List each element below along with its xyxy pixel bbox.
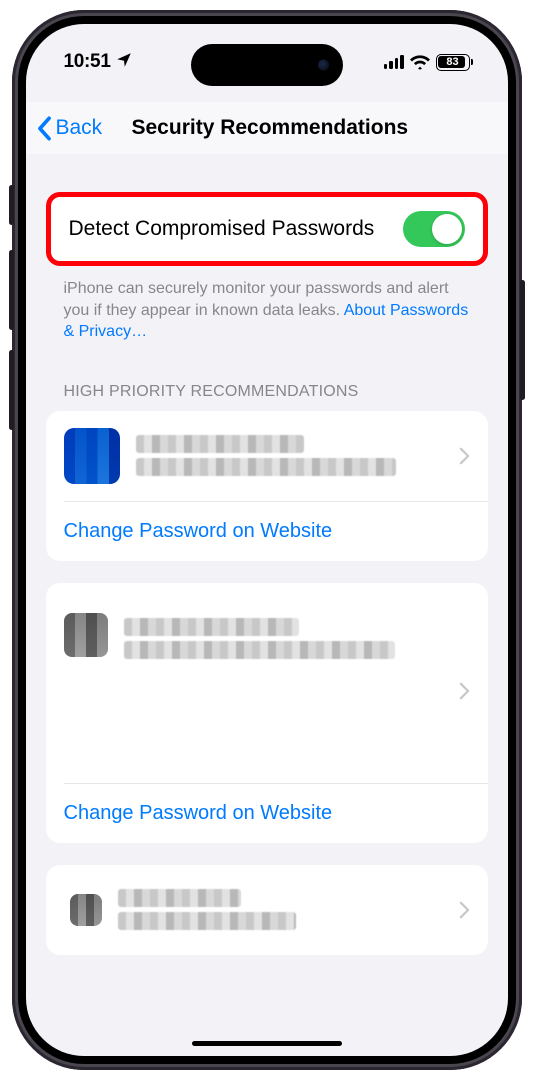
- site-icon: [70, 894, 102, 926]
- power-button: [520, 280, 525, 400]
- volume-up-button: [9, 250, 14, 330]
- battery-icon: 83: [436, 54, 470, 71]
- recommendation-card: Change Password on Website: [46, 583, 488, 843]
- back-button[interactable]: Back: [36, 116, 103, 141]
- chevron-right-icon: [459, 901, 470, 919]
- phone-frame: 10:51 83 Back Security Recommendati: [12, 10, 522, 1070]
- change-password-button[interactable]: Change Password on Website: [46, 502, 488, 561]
- site-icon: [64, 613, 108, 657]
- dynamic-island: [191, 44, 343, 86]
- content-scroll[interactable]: Detect Compromised Passwords iPhone can …: [26, 154, 508, 1056]
- chevron-right-icon: [459, 447, 470, 465]
- redacted-details: [136, 430, 443, 481]
- detect-passwords-toggle[interactable]: [403, 211, 465, 247]
- recommendation-card: [46, 865, 488, 955]
- recommendation-item[interactable]: [46, 411, 488, 501]
- chevron-right-icon: [459, 682, 470, 700]
- location-icon: [115, 51, 133, 74]
- mute-switch: [9, 185, 14, 225]
- footer-description: iPhone can securely monitor your passwor…: [46, 266, 488, 343]
- recommendation-card: Change Password on Website: [46, 411, 488, 561]
- volume-down-button: [9, 350, 14, 430]
- section-header: HIGH PRIORITY RECOMMENDATIONS: [46, 343, 488, 411]
- chevron-left-icon: [36, 116, 53, 141]
- change-password-button[interactable]: Change Password on Website: [46, 784, 488, 843]
- detect-passwords-label: Detect Compromised Passwords: [69, 217, 375, 241]
- recommendation-item[interactable]: [46, 583, 488, 783]
- page-title: Security Recommendations: [132, 116, 409, 140]
- detect-passwords-cell[interactable]: Detect Compromised Passwords: [46, 192, 488, 266]
- navigation-bar: Back Security Recommendations: [26, 102, 508, 154]
- redacted-details: [124, 613, 443, 664]
- screen: 10:51 83 Back Security Recommendati: [26, 24, 508, 1056]
- wifi-icon: [410, 54, 430, 70]
- clock-time: 10:51: [64, 51, 111, 73]
- home-indicator[interactable]: [192, 1041, 342, 1046]
- redacted-details: [118, 884, 443, 935]
- cellular-signal-icon: [384, 55, 404, 69]
- battery-percentage: 83: [446, 56, 458, 68]
- recommendation-item[interactable]: [46, 865, 488, 955]
- site-icon: [64, 428, 120, 484]
- back-label: Back: [56, 116, 103, 140]
